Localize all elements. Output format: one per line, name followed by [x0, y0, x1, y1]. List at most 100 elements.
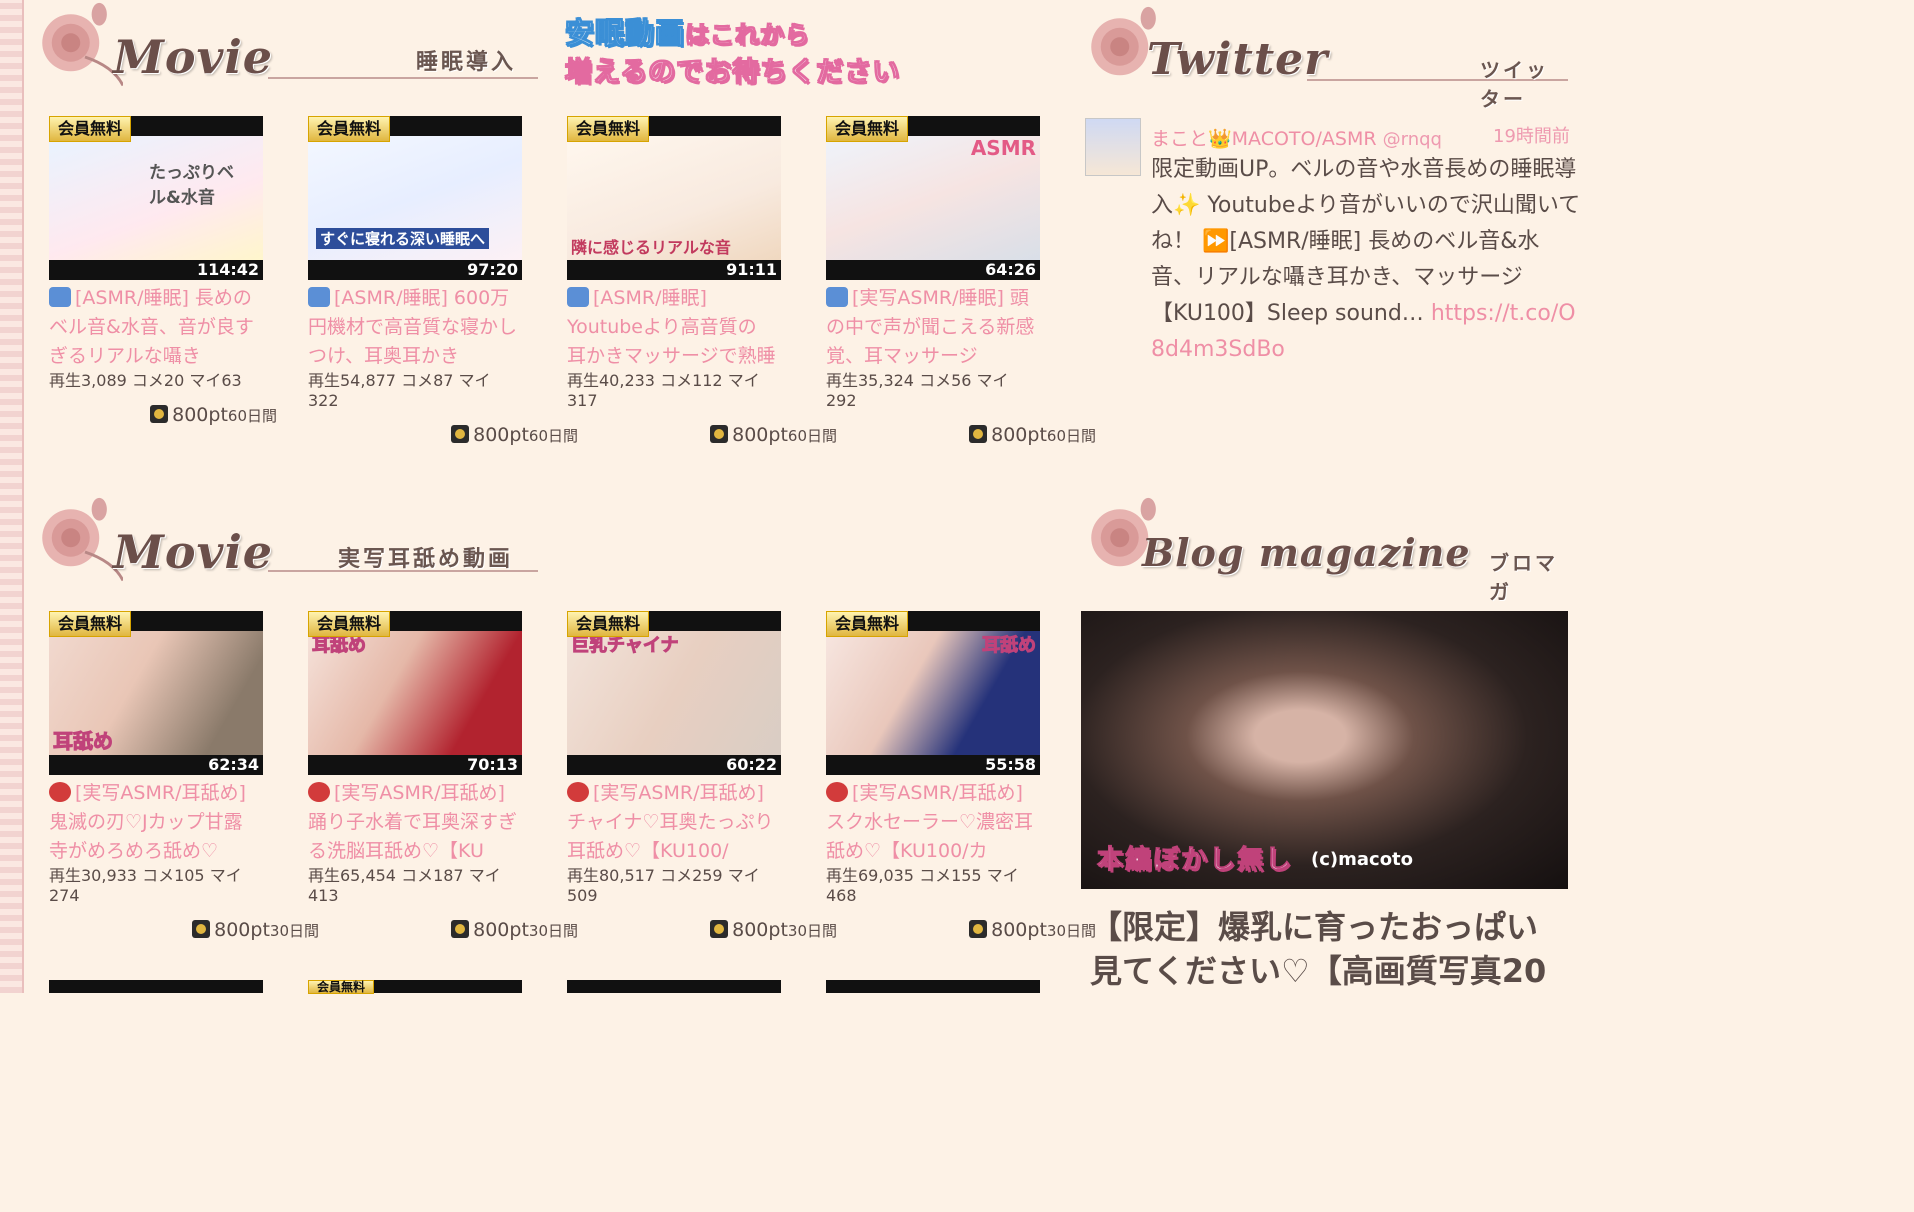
section-subtitle: 睡眠導入 [416, 50, 517, 75]
video-thumbnail-partial[interactable] [49, 980, 263, 993]
video-thumbnail[interactable]: ASMR 会員無料 64:26 [826, 116, 1040, 280]
rose-icon [42, 497, 123, 582]
video-thumbnail-partial[interactable]: 会員無料 [308, 980, 522, 994]
price-label: 800pt30日間 [969, 919, 1096, 941]
video-title-link[interactable]: [実写ASMR/睡眠] 頭の中で声が聞こえる新感覚、耳マッサージ [826, 284, 1038, 371]
video-duration: 64:26 [985, 260, 1036, 279]
free-member-badge: 会員無料 [49, 116, 132, 142]
video-title[interactable]: [実写ASMR/耳舐め] 鬼滅の刃♡Jカップ甘露寺がめろめろ舐め♡ [49, 782, 246, 862]
video-card[interactable]: 耳舐め 会員無料 62:34 [実写ASMR/耳舐め] 鬼滅の刃♡Jカップ甘露寺… [49, 611, 319, 941]
tweet-time[interactable]: 19時間前 [1493, 122, 1570, 148]
video-stats: 再生54,877 コメ87 マイ322 [308, 371, 491, 410]
video-title[interactable]: [実写ASMR/耳舐め] チャイナ♡耳奥たっぷり耳舐め♡【KU100/ [567, 782, 773, 862]
video-title-link[interactable]: [実写ASMR/耳舐め] チャイナ♡耳奥たっぷり耳舐め♡【KU100/ [567, 779, 779, 866]
fast-forward-icon [567, 287, 589, 307]
video-thumbnail[interactable]: 耳舐め 会員無料 70:13 [308, 611, 522, 775]
point-coin-icon [451, 425, 470, 443]
video-thumbnail[interactable]: たっぷりベル&水音 会員無料 114:42 [49, 116, 263, 280]
no-entry-icon [49, 782, 71, 802]
video-card[interactable]: 耳舐め 会員無料 70:13 [実写ASMR/耳舐め] 踊り子水着で耳奥深すぎる… [308, 611, 578, 941]
point-coin-icon [710, 920, 729, 938]
price-label: 800pt60日間 [451, 424, 578, 446]
free-member-badge: 会員無料 [826, 116, 909, 142]
section-subtitle: ブロマガ [1489, 551, 1558, 604]
blog-title-link[interactable]: 【限定】爆乳に育ったおっぱい見てください♡【高画質写真20 [1090, 905, 1568, 993]
video-title[interactable]: [ASMR/睡眠] 長めのベル音&水音、音が良すぎるリアルな囁き [49, 287, 254, 367]
video-title-link[interactable]: [実写ASMR/耳舐め] 鬼滅の刃♡Jカップ甘露寺がめろめろ舐め♡ [49, 779, 261, 866]
free-member-badge: 会員無料 [567, 611, 650, 637]
video-thumbnail-partial[interactable] [826, 980, 1040, 993]
no-entry-icon [826, 782, 848, 802]
price-label: 800pt60日間 [710, 424, 837, 446]
announcement-line2: 増えるのでお待ちください [565, 57, 901, 89]
free-member-badge: 会員無料 [49, 611, 132, 637]
announcement-banner: 安眠動画はこれから 増えるのでお待ちください [564, 14, 935, 92]
video-stats: 再生40,233 コメ112 マイ317 [567, 371, 760, 410]
movie-heading-1: Movie 睡眠導入 [28, 0, 538, 100]
video-thumbnail-partial[interactable] [567, 980, 781, 993]
movie-heading-2: Movie 実写耳舐め動画 [28, 495, 538, 595]
video-duration: 70:13 [467, 755, 518, 774]
video-title[interactable]: [ASMR/睡眠] 600万円機材で高音質な寝かしつけ、耳奥耳かき [308, 287, 517, 367]
video-duration: 55:58 [985, 755, 1036, 774]
free-member-badge: 会員無料 [308, 611, 391, 637]
blog-image-caption: 本編ぼかし無し [1096, 845, 1294, 876]
video-title-link[interactable]: [ASMR/睡眠] Youtubeより高音質の 耳かきマッサージで熟睡で [567, 284, 779, 371]
section-subtitle: ツイッター [1480, 58, 1549, 111]
video-thumbnail[interactable]: すぐに寝れる深い睡眠へ 会員無料 97:20 [308, 116, 522, 280]
video-thumbnail[interactable]: 巨乳チャイナ 会員無料 60:22 [567, 611, 781, 775]
video-title-link[interactable]: [実写ASMR/耳舐め] 踊り子水着で耳奥深すぎる洗脳耳舐め♡【KU [308, 779, 520, 866]
video-title[interactable]: [実写ASMR/睡眠] 頭の中で声が聞こえる新感覚、耳マッサージ [826, 287, 1034, 367]
avatar[interactable] [1085, 118, 1141, 176]
video-card[interactable]: 隣に感じるリアルな音 会員無料 91:11 [ASMR/睡眠] Youtubeよ… [567, 116, 837, 446]
video-title[interactable]: [ASMR/睡眠] Youtubeより高音質の 耳かきマッサージで熟睡で [567, 287, 776, 371]
price-label: 800pt60日間 [969, 424, 1096, 446]
video-title-link[interactable]: [ASMR/睡眠] 600万円機材で高音質な寝かしつけ、耳奥耳かき [308, 284, 520, 371]
video-duration: 91:11 [726, 260, 777, 279]
point-coin-icon [451, 920, 470, 938]
video-stats: 再生30,933 コメ105 マイ274 [49, 866, 242, 905]
video-card[interactable]: 巨乳チャイナ 会員無料 60:22 [実写ASMR/耳舐め] チャイナ♡耳奥たっ… [567, 611, 837, 941]
video-thumbnail[interactable]: 耳舐め 会員無料 55:58 [826, 611, 1040, 775]
video-duration: 97:20 [467, 260, 518, 279]
fast-forward-icon [49, 287, 71, 307]
fast-forward-icon [826, 287, 848, 307]
price-label: 800pt60日間 [150, 404, 277, 426]
video-card[interactable]: ASMR 会員無料 64:26 [実写ASMR/睡眠] 頭の中で声が聞こえる新感… [826, 116, 1096, 446]
video-title-link[interactable]: [ASMR/睡眠] 長めのベル音&水音、音が良すぎるリアルな囁き [49, 284, 261, 371]
section-script-title: Movie [113, 30, 274, 84]
video-thumbnail[interactable]: 耳舐め 会員無料 62:34 [49, 611, 263, 775]
free-member-badge: 会員無料 [567, 116, 650, 142]
video-card[interactable]: すぐに寝れる深い睡眠へ 会員無料 97:20 [ASMR/睡眠] 600万円機材… [308, 116, 578, 446]
video-stats: 再生3,089 コメ20 マイ63 [49, 371, 242, 390]
video-card[interactable]: たっぷりベル&水音 会員無料 114:42 [ASMR/睡眠] 長めのベル音&水… [49, 116, 289, 426]
video-card[interactable]: 耳舐め 会員無料 55:58 [実写ASMR/耳舐め] スク水セーラー♡濃密耳舐… [826, 611, 1096, 941]
heading-rule [268, 77, 538, 79]
video-duration: 60:22 [726, 755, 777, 774]
tweet-author[interactable]: まこと👑MACOTO/ASMR @rnqq [1151, 124, 1442, 151]
blog-image-copyright: (c)macoto [1311, 849, 1414, 870]
thumbnail-caption: すぐに寝れる深い睡眠へ [316, 228, 490, 249]
free-member-badge: 会員無料 [308, 116, 391, 142]
announcement-line1-blue: 安眠動画 [564, 16, 686, 51]
tweet-handle[interactable]: @rnqq [1383, 129, 1442, 150]
video-duration: 62:34 [208, 755, 259, 774]
video-thumbnail[interactable]: 隣に感じるリアルな音 会員無料 91:11 [567, 116, 781, 280]
section-script-title: Twitter [1147, 34, 1329, 85]
blog-image[interactable]: 本編ぼかし無し (c)macoto [1081, 611, 1568, 889]
video-duration: 114:42 [196, 260, 259, 279]
video-title-link[interactable]: [実写ASMR/耳舐め] スク水セーラー♡濃密耳舐め♡【KU100/カ [826, 779, 1038, 866]
rose-icon [42, 2, 123, 87]
video-title[interactable]: [実写ASMR/耳舐め] スク水セーラー♡濃密耳舐め♡【KU100/カ [826, 782, 1033, 862]
tweet-body: 限定動画UP。ベルの音や水音長めの睡眠導入✨ Youtubeより音がいいので沢山… [1151, 152, 1581, 368]
video-title[interactable]: [実写ASMR/耳舐め] 踊り子水着で耳奥深すぎる洗脳耳舐め♡【KU [308, 782, 517, 862]
thumbnail-caption: 耳舐め [53, 729, 114, 754]
free-member-badge: 会員無料 [308, 980, 375, 994]
section-script-title: Movie [113, 525, 274, 579]
thumbnail-caption: たっぷりベル&水音 [149, 163, 234, 208]
fast-forward-icon [308, 287, 330, 307]
lace-border [0, 0, 24, 993]
point-coin-icon [969, 920, 988, 938]
announcement-line1-rest: はこれから [685, 21, 811, 50]
video-stats: 再生80,517 コメ259 マイ509 [567, 866, 760, 905]
